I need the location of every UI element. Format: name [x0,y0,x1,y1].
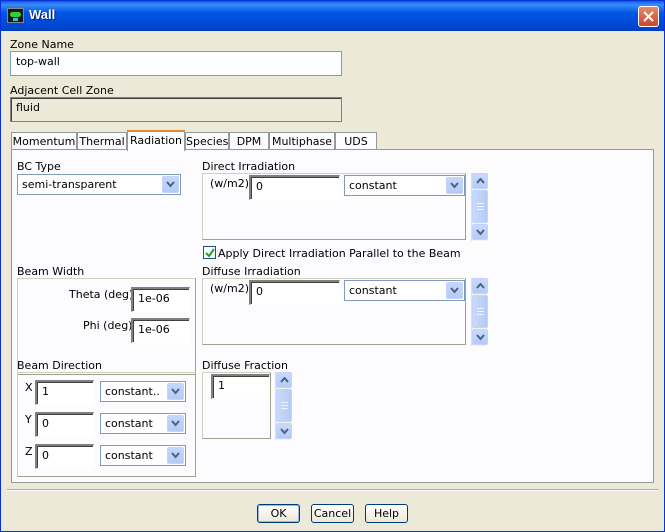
app-icon [7,8,24,23]
tab-species[interactable]: Species [185,132,229,150]
direct-method-select[interactable]: constant [344,175,465,196]
diffuse-irradiation-label: Diffuse Irradiation [202,265,301,278]
beam-y-method-value: constant [105,417,153,430]
tab-momentum[interactable]: Momentum [11,132,77,150]
tab-thermal[interactable]: Thermal [77,132,127,150]
arrow-down-icon[interactable] [472,329,488,345]
diffuse-irradiation-input[interactable]: 0 [249,280,340,305]
beam-z-method-value: constant [105,449,153,462]
close-icon [643,11,654,22]
beam-z-input[interactable]: 0 [35,444,94,469]
arrow-down-icon[interactable] [472,224,488,240]
beam-x-method-value: constant... [105,385,161,398]
parallel-beam-checkbox[interactable] [203,246,216,259]
diffuse-fraction-input[interactable]: 1 [211,374,270,399]
zone-name-input[interactable]: top-wall [10,51,342,76]
window-title: Wall [29,7,56,22]
beam-y-label: Y [25,413,32,426]
direct-irradiation-label: Direct Irradiation [202,160,296,173]
beam-y-method-select[interactable]: constant [100,413,186,434]
diffuse-fraction-label: Diffuse Fraction [202,359,288,372]
beam-z-method-select[interactable]: constant [100,445,186,466]
title-bar[interactable]: Wall [1,1,664,31]
tab-dpm[interactable]: DPM [229,132,269,150]
phi-input[interactable]: 1e-06 [131,318,190,343]
chevron-down-icon[interactable] [167,447,184,464]
button-separator [7,489,658,491]
direct-method-value: constant [349,179,397,192]
tab-multiphase[interactable]: Multiphase [269,132,335,150]
theta-input[interactable]: 1e-06 [131,287,190,312]
chevron-down-icon[interactable] [162,176,179,193]
direct-scrollbar[interactable] [471,173,488,241]
wall-dialog: Wall Zone Name top-wall Adjacent Cell Zo… [0,0,665,532]
beam-direction-label: Beam Direction [17,359,102,372]
direct-unit-label: (w/m2) [210,177,249,190]
scroll-thumb[interactable] [472,190,488,223]
bc-type-select[interactable]: semi-transparent [17,174,181,195]
close-button[interactable] [638,6,659,27]
tab-uds[interactable]: UDS [335,132,377,150]
beam-x-method-select[interactable]: constant... [100,381,186,402]
arrow-up-icon[interactable] [472,173,488,189]
adjacent-cell-zone-label: Adjacent Cell Zone [10,84,114,97]
bc-type-label: BC Type [17,160,61,173]
cancel-button[interactable]: Cancel [311,504,354,523]
scroll-thumb[interactable] [276,389,292,422]
chevron-down-icon[interactable] [446,177,463,194]
bc-type-value: semi-transparent [22,178,117,191]
adjacent-cell-zone-field: fluid [10,97,342,122]
arrow-up-icon[interactable] [276,372,292,388]
diffuse-method-select[interactable]: constant [344,280,465,301]
help-button[interactable]: Help [365,504,408,523]
tab-radiation[interactable]: Radiation [127,130,185,151]
direct-irradiation-input[interactable]: 0 [249,175,340,200]
zone-name-label: Zone Name [10,38,74,51]
chevron-down-icon[interactable] [446,282,463,299]
scroll-thumb[interactable] [472,295,488,328]
theta-label: Theta (deg) [69,288,134,301]
beam-x-input[interactable]: 1 [35,380,94,405]
diffuse-scrollbar[interactable] [471,278,488,346]
chevron-down-icon[interactable] [167,415,184,432]
checkmark-icon [205,248,215,258]
phi-label: Phi (deg) [83,319,133,332]
diffuse-method-value: constant [349,284,397,297]
arrow-down-icon[interactable] [276,423,292,439]
chevron-down-icon[interactable] [167,383,184,400]
arrow-up-icon[interactable] [472,278,488,294]
beam-z-label: Z [25,445,33,458]
diffuse-fraction-scrollbar[interactable] [275,372,292,440]
beam-width-label: Beam Width [17,265,85,278]
beam-x-label: X [25,381,33,394]
beam-y-input[interactable]: 0 [35,412,94,437]
ok-button[interactable]: OK [257,504,300,523]
parallel-beam-label[interactable]: Apply Direct Irradiation Parallel to the… [218,247,461,260]
diffuse-unit-label: (w/m2) [210,282,249,295]
